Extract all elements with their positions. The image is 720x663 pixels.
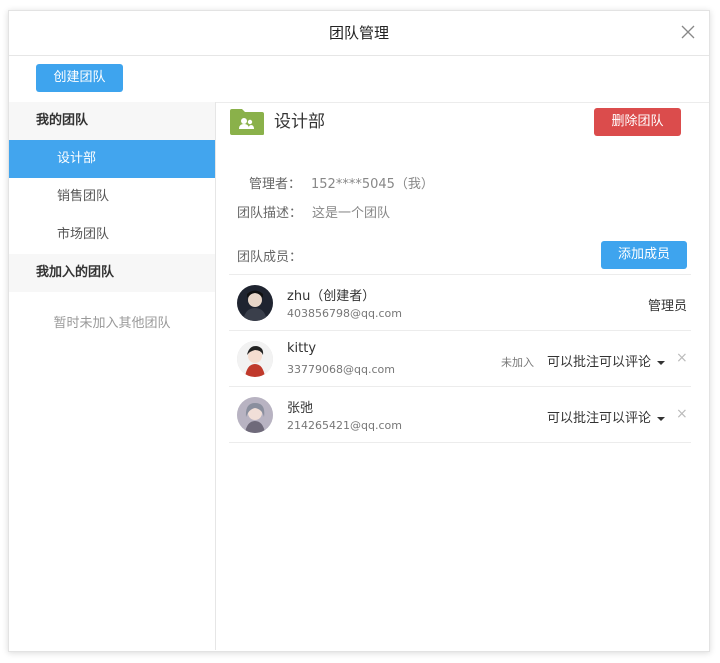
team-folder-icon [229,108,265,136]
sidebar-item-design[interactable]: 设计部 [9,140,215,178]
member-row: 张弛 214265421@qq.com 可以批注可以评论 × [229,387,691,443]
close-icon[interactable] [679,23,697,41]
member-email: 214265421@qq.com [287,419,402,432]
create-team-button[interactable]: 创建团队 [36,64,123,92]
description-value: 这是一个团队 [312,206,391,221]
toolbar: 创建团队 [9,56,709,103]
sidebar-item-marketing[interactable]: 市场团队 [9,216,215,254]
permission-value: 可以批注可以评论 [547,355,652,370]
permission-select[interactable]: 可以批注可以评论 [547,407,666,426]
manager-value: 152****5045（我） [311,177,434,192]
dialog-title-bar: 团队管理 [9,11,709,56]
caret-down-icon [657,416,666,421]
sidebar-item-sales[interactable]: 销售团队 [9,178,215,216]
caret-down-icon [657,360,666,365]
joined-teams-empty-text: 暂时未加入其他团队 [53,316,171,331]
joined-teams-heading: 我加入的团队 [9,254,215,292]
member-role: 管理员 [647,299,687,314]
remove-icon[interactable]: × [676,407,688,421]
avatar [237,397,273,433]
team-sidebar: 我的团队 设计部 销售团队 市场团队 我加入的团队 暂时未加入其他团队 [9,102,216,650]
member-row: zhu（创建者） 403856798@qq.com 管理员 [229,275,691,331]
member-name: zhu（创建者） [287,289,376,304]
remove-icon[interactable]: × [676,351,688,365]
team-detail-panel: 设计部 删除团队 管理者： 152****5045（我） 团队描述： 这是一个团队 … [223,102,703,650]
avatar [237,341,273,377]
permission-value: 可以批注可以评论 [547,411,652,426]
member-list: zhu（创建者） 403856798@qq.com 管理员 kitty 3377… [229,274,691,443]
permission-select[interactable]: 可以批注可以评论 [547,351,666,370]
manager-label: 管理者： [249,177,302,192]
member-email: 33779068@qq.com [287,363,395,376]
member-status: 未加入 [501,356,534,369]
avatar [237,285,273,321]
delete-team-button[interactable]: 删除团队 [594,108,681,136]
member-name: kitty [287,341,317,356]
manager-row: 管理者： 152****5045（我） [249,173,434,192]
add-member-button[interactable]: 添加成员 [601,241,687,269]
description-label: 团队描述： [237,206,303,221]
member-email: 403856798@qq.com [287,307,402,320]
team-management-dialog: 团队管理 创建团队 我的团队 设计部 销售团队 市场团队 我加入的团队 暂时未加… [8,10,710,652]
dialog-title: 团队管理 [328,24,389,42]
member-row: kitty 33779068@qq.com 未加入 可以批注可以评论 × [229,331,691,387]
member-name: 张弛 [287,401,314,416]
description-row: 团队描述： 这是一个团队 [237,202,390,221]
my-teams-heading: 我的团队 [9,102,215,140]
team-name: 设计部 [274,112,325,132]
members-label: 团队成员： [237,250,303,265]
